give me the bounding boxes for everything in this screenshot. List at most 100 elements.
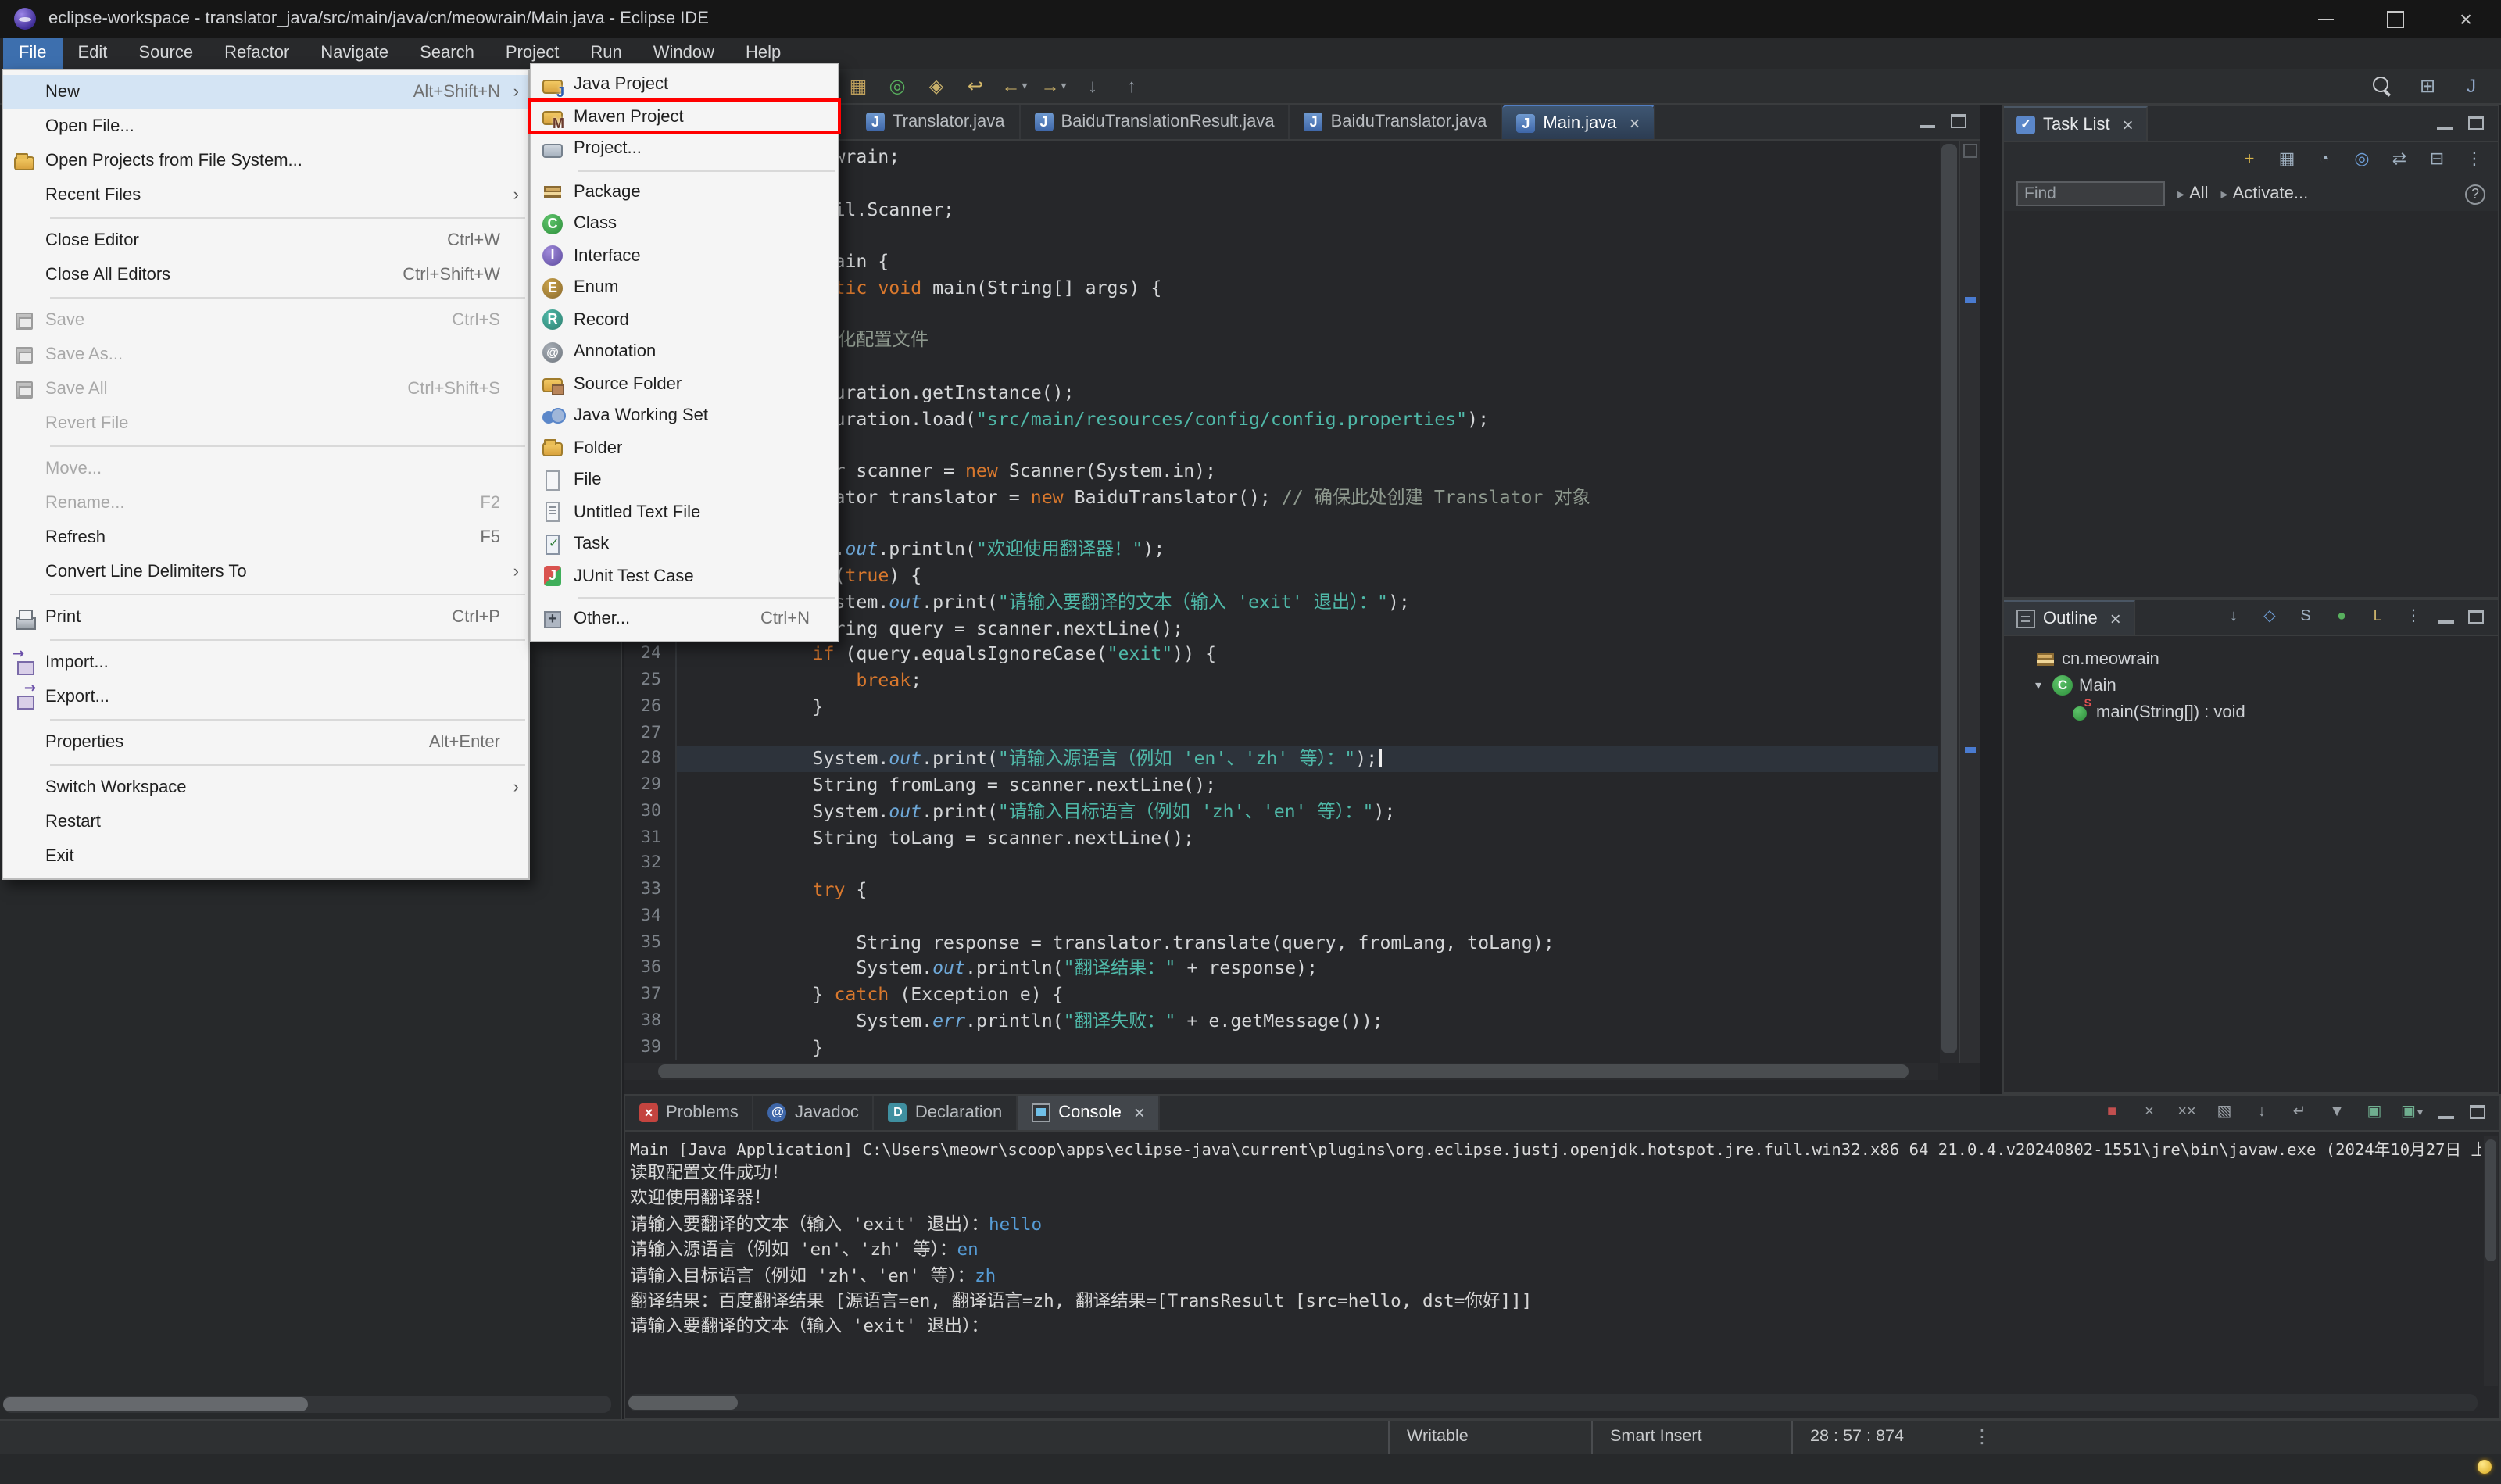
- menu-item-java-project[interactable]: Java Project: [531, 69, 838, 101]
- toolbar-search-icon[interactable]: [2370, 73, 2398, 98]
- toolbar-next-annotation-icon[interactable]: ↓: [1079, 72, 1107, 100]
- maximize-part-icon[interactable]: [2465, 114, 2487, 133]
- toolbar-new-package-icon[interactable]: ▦: [844, 72, 872, 100]
- toolbar-scroll-lock-icon[interactable]: ↓: [2248, 1099, 2276, 1127]
- maximize-part-icon[interactable]: [1948, 113, 1970, 131]
- close-outline-icon[interactable]: ×: [2110, 607, 2121, 629]
- expander-icon[interactable]: ▾: [2030, 678, 2046, 692]
- package-explorer-hscrollbar-thumb[interactable]: [3, 1397, 308, 1411]
- maximize-window-icon[interactable]: [2360, 0, 2431, 38]
- menu-source[interactable]: Source: [123, 38, 209, 69]
- editor-vscrollbar[interactable]: [1940, 141, 1959, 1063]
- menu-navigate[interactable]: Navigate: [305, 38, 404, 69]
- menu-item-annotation[interactable]: Annotation: [531, 336, 838, 368]
- menu-item-folder[interactable]: Folder: [531, 432, 838, 464]
- toolbar-link-with-editor-icon[interactable]: ⇄: [2385, 145, 2413, 173]
- menu-item-record[interactable]: Record: [531, 304, 838, 336]
- menu-item-import[interactable]: Import...: [3, 645, 528, 680]
- menu-item-convert-line-delimiters-to[interactable]: Convert Line Delimiters To ›: [3, 555, 528, 589]
- toolbar-hide-fields-icon[interactable]: ◇: [2256, 603, 2284, 631]
- toolbar-sort-icon[interactable]: ↓: [2220, 603, 2248, 631]
- menu-file[interactable]: File: [3, 38, 63, 69]
- toolbar-hide-static-icon[interactable]: S: [2292, 603, 2320, 631]
- menu-item-switch-workspace[interactable]: Switch Workspace ›: [3, 771, 528, 805]
- toolbar-last-edit-location-icon[interactable]: ↩: [961, 72, 989, 100]
- menu-item-untitled-text-file[interactable]: Untitled Text File: [531, 496, 838, 528]
- console-output[interactable]: 读取配置文件成功！ 欢迎使用翻译器！ 请输入要翻译的文本（输入 'exit' 退出）…: [630, 1161, 2481, 1386]
- minimize-part-icon[interactable]: [1916, 113, 1938, 131]
- outline-node-main[interactable]: ▾ Main: [2004, 672, 2498, 699]
- statusbar-overflow-icon[interactable]: ⋮: [1973, 1426, 1991, 1448]
- tab-console[interactable]: Console ×: [1018, 1096, 1161, 1130]
- toolbar-open-type-icon[interactable]: ◈: [922, 72, 950, 100]
- menu-item-properties[interactable]: Properties Alt+Enter: [3, 725, 528, 760]
- toolbar-forward-icon[interactable]: → ▾: [1039, 72, 1068, 100]
- minimize-part-icon[interactable]: [2435, 1103, 2457, 1122]
- outline-node-cn-meowrain[interactable]: cn.meowrain: [2004, 645, 2498, 672]
- toolbar-categorized-icon[interactable]: ▦: [2273, 145, 2301, 173]
- tab-task-list[interactable]: Task List ×: [2004, 106, 2148, 141]
- notification-lightbulb-icon[interactable]: [2478, 1459, 2492, 1473]
- task-find-input[interactable]: [2016, 181, 2165, 206]
- toolbar-view-menu-icon[interactable]: ⋮: [2460, 145, 2488, 173]
- menu-item-exit[interactable]: Exit: [3, 839, 528, 874]
- toolbar-new-class-icon[interactable]: ◎: [883, 72, 911, 100]
- toolbar-clear-console-icon[interactable]: ▧: [2210, 1099, 2238, 1127]
- toolbar-view-menu-icon[interactable]: ⋮: [2399, 603, 2428, 631]
- task-activate-link[interactable]: ▸ Activate...: [2221, 184, 2309, 203]
- menu-item-close-editor[interactable]: Close Editor Ctrl+W: [3, 223, 528, 258]
- tab-outline[interactable]: Outline ×: [2004, 600, 2135, 635]
- minimize-window-icon[interactable]: [2290, 0, 2360, 38]
- maximize-part-icon[interactable]: [2465, 608, 2487, 627]
- menu-item-task[interactable]: Task: [531, 528, 838, 560]
- editor-tab-main-java[interactable]: Main.java ×: [1502, 105, 1656, 139]
- toolbar-collapse-all-icon[interactable]: ⊟: [2423, 145, 2451, 173]
- toolbar-remove-all-launches-icon[interactable]: ××: [2173, 1099, 2201, 1127]
- console-hscrollbar[interactable]: [628, 1394, 2478, 1411]
- overview-cursor-marker[interactable]: [1965, 747, 1976, 753]
- toolbar-scheduled-icon[interactable]: ◔: [2310, 145, 2338, 173]
- toolbar-previous-annotation-icon[interactable]: ↑: [1118, 72, 1146, 100]
- toolbar-terminate-icon[interactable]: ■: [2098, 1099, 2126, 1127]
- close-window-icon[interactable]: ×: [2431, 0, 2501, 38]
- minimize-part-icon[interactable]: [2435, 608, 2457, 627]
- minimize-part-icon[interactable]: [2434, 114, 2456, 133]
- overview-marker[interactable]: [1965, 297, 1976, 303]
- toolbar-open-perspective-icon[interactable]: ⊞: [2413, 72, 2442, 100]
- console-vscrollbar-thumb[interactable]: [2485, 1139, 2496, 1261]
- menu-item-project[interactable]: Project...: [531, 133, 838, 165]
- task-filter-all-link[interactable]: ▸ All: [2177, 184, 2209, 203]
- editor-vscrollbar-thumb[interactable]: [1941, 144, 1957, 1053]
- menu-item-maven-project[interactable]: Maven Project: [531, 101, 838, 133]
- outline-node-main-string-void[interactable]: main(String[]) : void: [2004, 699, 2498, 725]
- menu-item-enum[interactable]: Enum: [531, 272, 838, 304]
- toolbar-hide-non-public-icon[interactable]: ●: [2327, 603, 2356, 631]
- menu-item-export[interactable]: Export...: [3, 680, 528, 714]
- menu-item-close-all-editors[interactable]: Close All Editors Ctrl+Shift+W: [3, 258, 528, 292]
- menu-edit[interactable]: Edit: [62, 38, 123, 69]
- toolbar-hide-local-types-icon[interactable]: L: [2363, 603, 2392, 631]
- tab-problems[interactable]: Problems: [625, 1096, 754, 1130]
- console-vscrollbar[interactable]: [2484, 1136, 2498, 1386]
- editor-tab-translator-java[interactable]: Translator.java: [852, 105, 1021, 139]
- editor-hscrollbar[interactable]: [624, 1063, 1938, 1080]
- menu-item-file[interactable]: File: [531, 464, 838, 496]
- menu-search[interactable]: Search: [404, 38, 490, 69]
- tab-javadoc[interactable]: Javadoc: [754, 1096, 875, 1130]
- menu-item-package[interactable]: Package: [531, 176, 838, 208]
- package-explorer-hscrollbar[interactable]: [3, 1396, 611, 1413]
- menu-item-recent-files[interactable]: Recent Files ›: [3, 178, 528, 213]
- annotation-filter-icon[interactable]: [1963, 144, 1977, 158]
- menu-item-junit-test-case[interactable]: JUnit Test Case: [531, 560, 838, 592]
- menu-item-print[interactable]: Print Ctrl+P: [3, 600, 528, 635]
- maximize-part-icon[interactable]: [2467, 1103, 2488, 1122]
- editor-tab-baidutranslationresult-java[interactable]: BaiduTranslationResult.java: [1021, 105, 1290, 139]
- tab-declaration[interactable]: Declaration: [875, 1096, 1018, 1130]
- toolbar-pin-console-icon[interactable]: ▼: [2323, 1099, 2351, 1127]
- close-tab-icon[interactable]: ×: [1630, 112, 1640, 134]
- menu-item-interface[interactable]: Interface: [531, 240, 838, 272]
- toolbar-back-icon[interactable]: ← ▾: [1000, 72, 1029, 100]
- toolbar-java-perspective-icon[interactable]: J: [2457, 72, 2485, 100]
- editor-hscrollbar-thumb[interactable]: [658, 1064, 1909, 1078]
- toolbar-focus-workweek-icon[interactable]: ◎: [2348, 145, 2376, 173]
